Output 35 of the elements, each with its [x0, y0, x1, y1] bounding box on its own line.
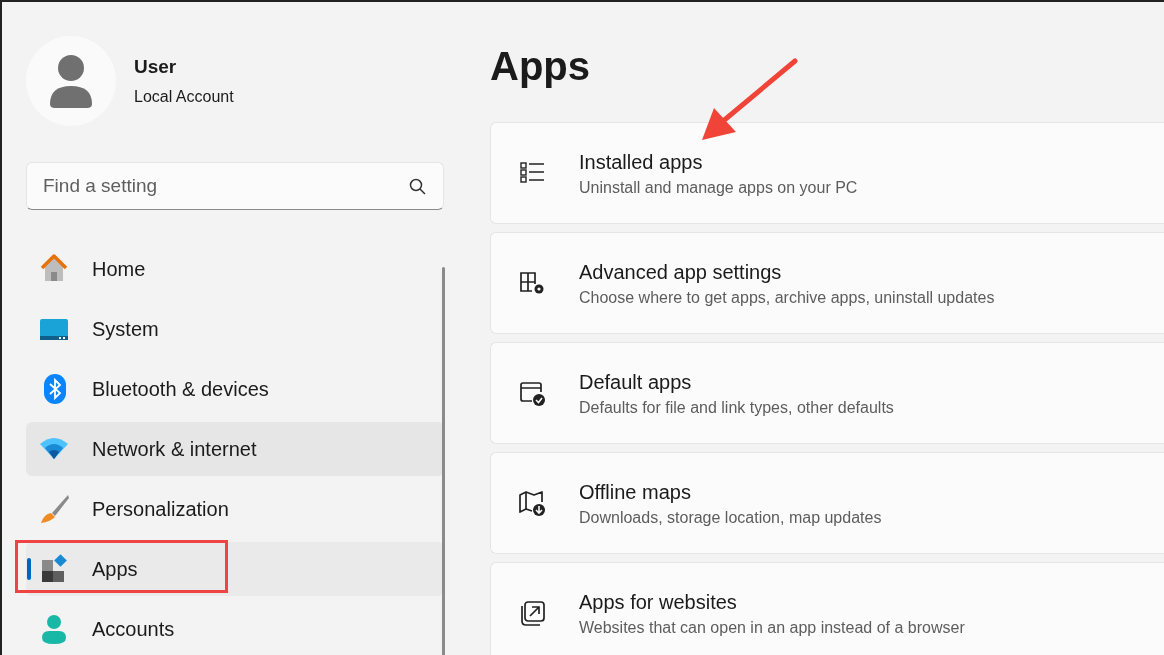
- settings-card[interactable]: Apps for websites Websites that can open in an app instead of a browser: [490, 562, 1164, 655]
- apps-icon: [40, 554, 70, 584]
- card-title: Default apps: [579, 369, 693, 395]
- home-icon: [40, 254, 70, 284]
- nav-item[interactable]: Bluetooth & devices: [26, 362, 444, 416]
- nav-item[interactable]: Network & internet: [26, 422, 444, 476]
- person-silhouette-icon: [49, 54, 93, 108]
- nav-item[interactable]: Apps: [26, 542, 444, 596]
- nav-item[interactable]: Personalization: [26, 482, 444, 536]
- card-description: Websites that can open in an app instead of a browser: [579, 617, 965, 638]
- card-title: Apps for websites: [579, 589, 738, 615]
- paintbrush-icon: [40, 494, 70, 524]
- settings-card[interactable]: Advanced app settings Choose where to get apps, archive apps, uninstall updates: [490, 232, 1164, 334]
- search-field[interactable]: Find a setting: [26, 162, 444, 210]
- scrollbar[interactable]: [442, 267, 445, 655]
- nav-item[interactable]: Accounts: [26, 602, 444, 655]
- card-description: Choose where to get apps, archive apps, uninstall updates: [579, 287, 995, 308]
- card-description: Downloads, storage location, map updates: [579, 507, 882, 528]
- card-title: Offline maps: [579, 479, 692, 505]
- nav-item[interactable]: System: [26, 302, 444, 356]
- nav-item[interactable]: Home: [26, 242, 444, 296]
- card-title: Advanced app settings: [579, 259, 783, 285]
- settings-card[interactable]: Installed apps Uninstall and manage apps on your PC: [490, 122, 1164, 224]
- page-title: Apps: [490, 43, 591, 90]
- settings-card[interactable]: Offline maps Downloads, storage location, map updates: [490, 452, 1164, 554]
- settings-card[interactable]: Default apps Defaults for file and link types, other defaults: [490, 342, 1164, 444]
- search-icon: [409, 178, 426, 195]
- map-download-icon: [518, 488, 547, 518]
- card-description: Defaults for file and link types, other defaults: [579, 397, 894, 418]
- card-title: Installed apps: [579, 149, 704, 175]
- open-external-icon: [518, 598, 547, 628]
- account-name: User: [134, 54, 178, 79]
- card-description: Uninstall and manage apps on your PC: [579, 177, 858, 198]
- selection-indicator: [27, 558, 31, 580]
- account-type: Local Account: [134, 87, 234, 108]
